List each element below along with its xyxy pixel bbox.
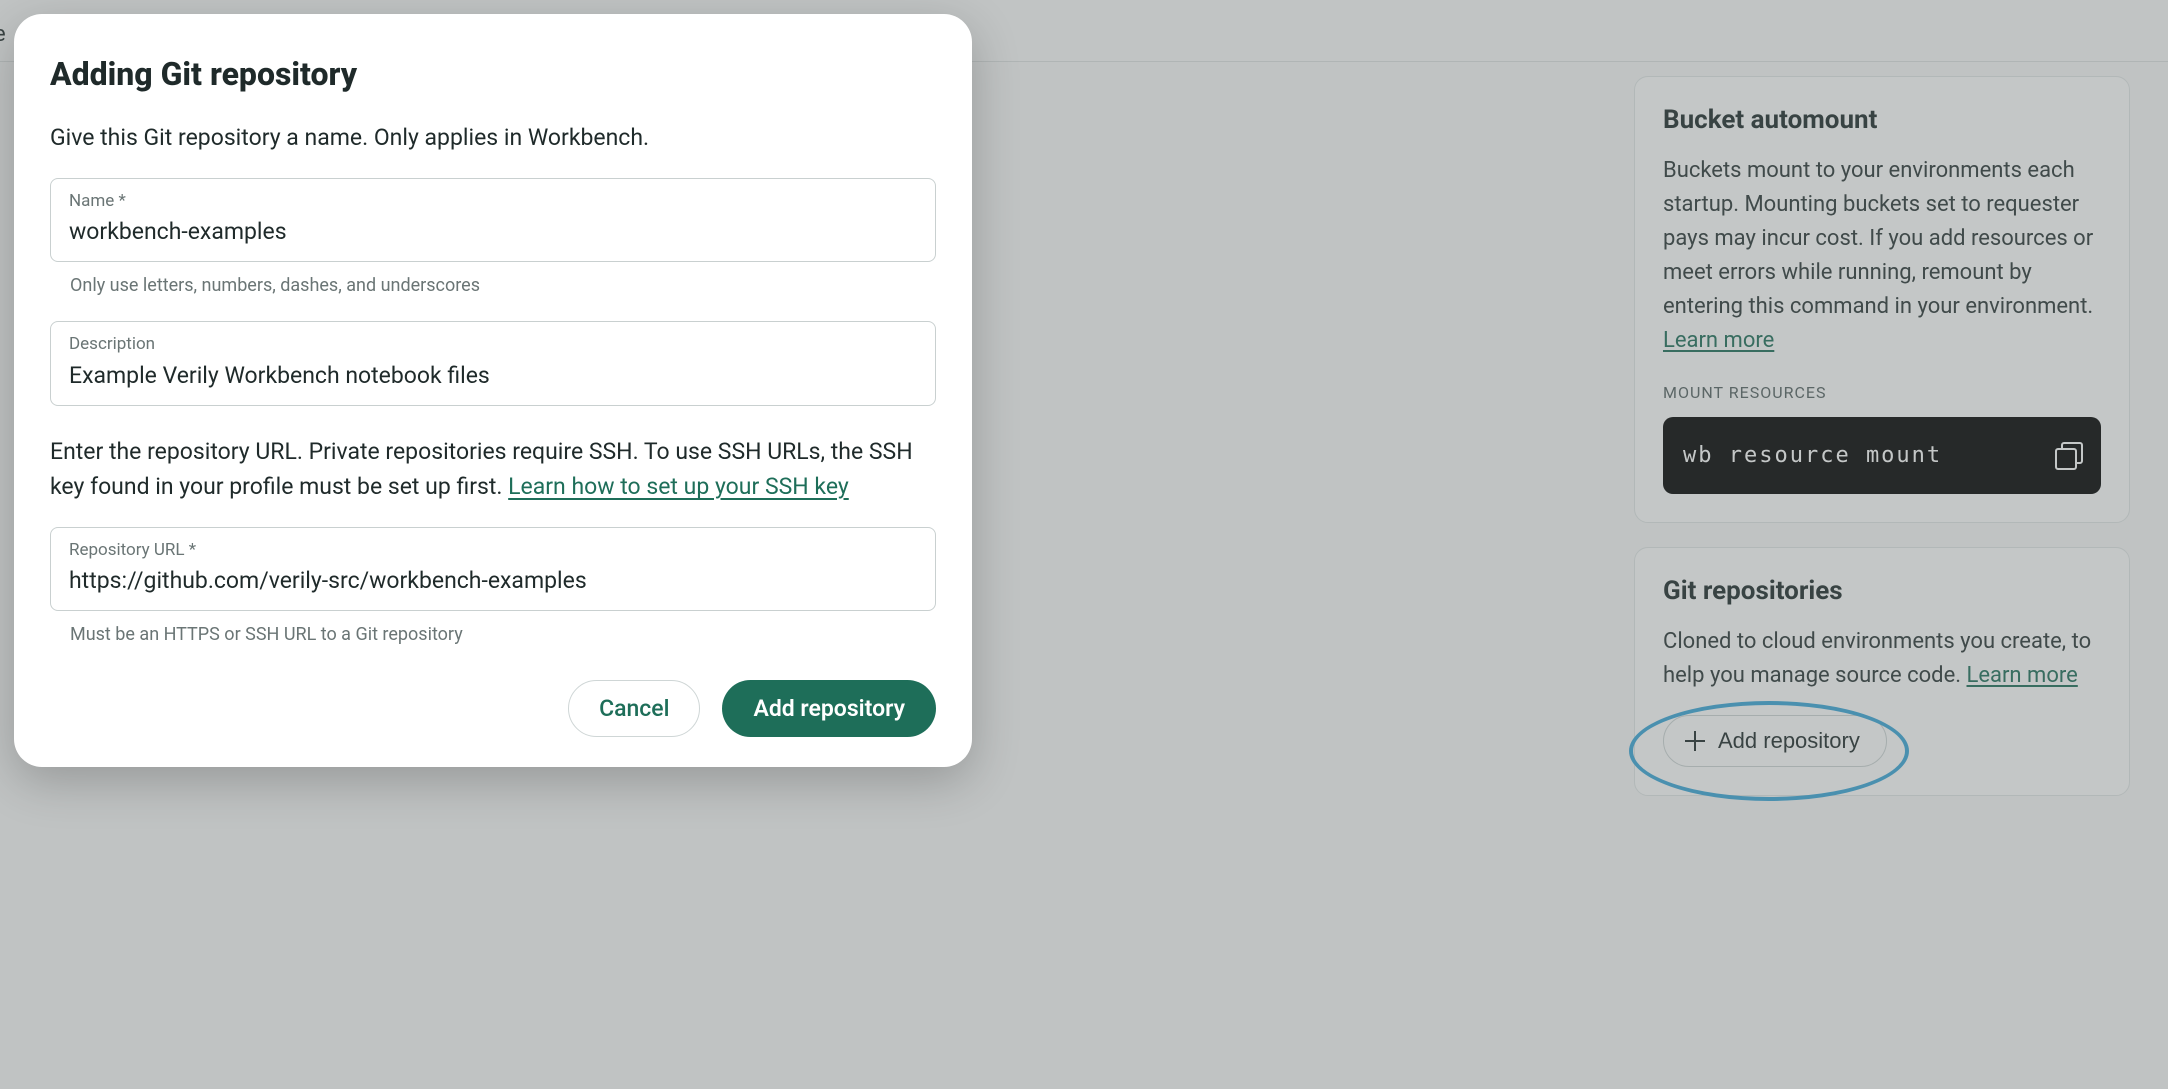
modal-actions: Cancel Add repository: [50, 680, 936, 737]
name-field-wrapper[interactable]: Name *: [50, 178, 936, 263]
url-input[interactable]: [69, 567, 917, 594]
url-helper-text: Must be an HTTPS or SSH URL to a Git rep…: [70, 621, 936, 648]
url-field-wrapper[interactable]: Repository URL *: [50, 527, 936, 612]
name-helper-text: Only use letters, numbers, dashes, and u…: [70, 272, 936, 299]
description-field-label: Description: [69, 332, 917, 358]
url-section-text: Enter the repository URL. Private reposi…: [50, 434, 936, 505]
url-field-label: Repository URL *: [69, 538, 917, 564]
add-git-repo-modal: Adding Git repository Give this Git repo…: [14, 14, 972, 767]
ssh-setup-link[interactable]: Learn how to set up your SSH key: [508, 473, 849, 500]
description-field-wrapper[interactable]: Description: [50, 321, 936, 406]
name-input[interactable]: [69, 218, 917, 245]
modal-lead: Give this Git repository a name. Only ap…: [50, 120, 936, 156]
cancel-button[interactable]: Cancel: [568, 680, 700, 737]
description-input[interactable]: [69, 362, 917, 389]
name-field-label: Name *: [69, 189, 917, 215]
modal-title: Adding Git repository: [50, 50, 936, 98]
add-repository-button[interactable]: Add repository: [722, 680, 936, 737]
